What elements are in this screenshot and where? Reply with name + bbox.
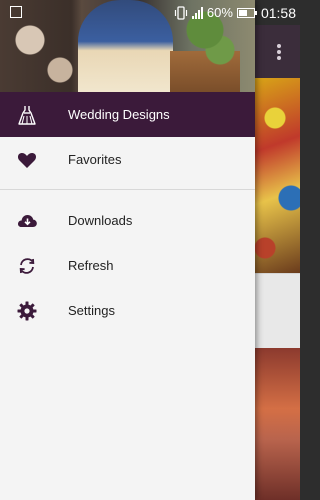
vibrate-icon <box>174 5 188 20</box>
drawer-item-label: Settings <box>68 303 115 318</box>
drawer-item-settings[interactable]: Settings <box>0 288 255 333</box>
heart-icon <box>17 152 37 168</box>
overflow-menu-icon[interactable] <box>277 44 281 48</box>
drawer-item-label: Downloads <box>68 213 133 228</box>
design-card-footer <box>255 273 300 349</box>
navigation-drawer: Wedding Designs Favorites Downloads Refr… <box>0 0 255 500</box>
dress-icon <box>18 106 36 125</box>
overflow-menu-icon-dot <box>277 56 281 60</box>
drawer-item-wedding-designs[interactable]: Wedding Designs <box>0 92 255 137</box>
refresh-icon <box>19 258 35 274</box>
status-bar: 60% 01:58 <box>0 0 300 25</box>
image-notification-icon <box>10 6 22 18</box>
design-thumbnail[interactable] <box>255 78 300 273</box>
gear-icon <box>17 301 37 321</box>
clock: 01:58 <box>260 4 296 21</box>
drawer-divider <box>0 189 255 190</box>
cloud-download-icon <box>17 215 37 227</box>
design-thumbnail[interactable] <box>255 348 300 500</box>
drawer-item-favorites[interactable]: Favorites <box>0 137 255 182</box>
drawer-item-label: Favorites <box>68 152 122 167</box>
drawer-item-label: Wedding Designs <box>68 107 170 122</box>
signal-icon <box>191 6 203 19</box>
drawer-item-downloads[interactable]: Downloads <box>0 198 255 243</box>
drawer-item-refresh[interactable]: Refresh <box>0 243 255 288</box>
overflow-menu-icon-dot <box>277 50 281 54</box>
drawer-item-label: Refresh <box>68 258 114 273</box>
battery-percent: 60% <box>206 5 233 20</box>
battery-icon <box>236 7 257 18</box>
